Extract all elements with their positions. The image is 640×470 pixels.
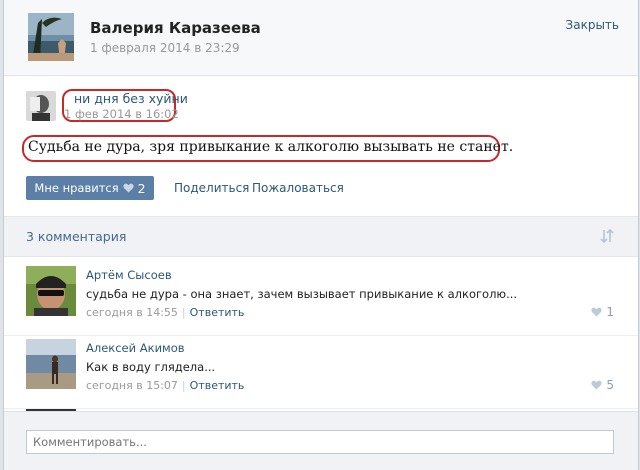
reply-link[interactable]: Ответить [190, 379, 245, 392]
meta-separator: | [181, 306, 186, 319]
author-name[interactable]: Валерия Каразеева [90, 19, 261, 37]
sort-icon[interactable] [600, 228, 614, 244]
commenter-avatar[interactable] [26, 339, 76, 389]
comments-count[interactable]: 3 комментария [26, 229, 126, 244]
group-name-link[interactable]: ни дня без хуйни [74, 91, 188, 106]
comments-bar: 3 комментария [4, 216, 638, 257]
post-text: Судьба не дура, зря привыкание к алкогол… [28, 139, 514, 155]
close-button[interactable]: Закрыть [566, 18, 619, 32]
comment-time[interactable]: сегодня в 14:55 [86, 306, 178, 319]
comment-meta: сегодня в 15:07 | Ответить [86, 379, 244, 392]
commenter-avatar[interactable] [26, 266, 76, 316]
author-avatar[interactable] [28, 13, 74, 61]
like-count: 2 [137, 180, 146, 196]
comment-item: Алексей Акимов Как в воду глядела... сег… [4, 336, 638, 409]
report-link[interactable]: Пожаловаться [252, 181, 344, 195]
like-button[interactable]: Мне нравится 2 [26, 176, 154, 200]
comment-input[interactable] [26, 430, 614, 454]
comment-like-count: 1 [606, 305, 614, 319]
comment-like-count: 5 [606, 378, 614, 392]
share-link[interactable]: Поделиться [174, 181, 249, 195]
comment-item: Артём Сысоев судьба не дура - она знает,… [4, 263, 638, 336]
group-avatar[interactable] [26, 91, 56, 121]
like-button-label: Мне нравится [34, 181, 119, 195]
heart-icon [591, 307, 602, 317]
post-date: 1 февраля 2014 в 23:29 [90, 41, 240, 55]
comment-time[interactable]: сегодня в 15:07 [86, 379, 178, 392]
comment-text: Как в воду глядела... [86, 360, 216, 374]
comment-like-button[interactable]: 1 [591, 305, 614, 319]
heart-icon [123, 183, 134, 193]
post-viewer-window: Валерия Каразеева 1 февраля 2014 в 23:29… [3, 0, 639, 470]
meta-separator: | [181, 379, 186, 392]
comment-author[interactable]: Артём Сысоев [86, 268, 172, 282]
reply-link[interactable]: Ответить [190, 306, 245, 319]
post-header: Валерия Каразеева 1 февраля 2014 в 23:29… [4, 0, 638, 76]
group-post-date: 1 фев 2014 в 16:02 [64, 107, 179, 121]
comment-like-button[interactable]: 5 [591, 378, 614, 392]
comment-author[interactable]: Алексей Акимов [86, 341, 185, 355]
heart-icon [591, 380, 602, 390]
comment-text: судьба не дура - она знает, зачем вызыва… [86, 287, 518, 301]
comment-footer [4, 411, 638, 470]
comment-meta: сегодня в 14:55 | Ответить [86, 306, 244, 319]
